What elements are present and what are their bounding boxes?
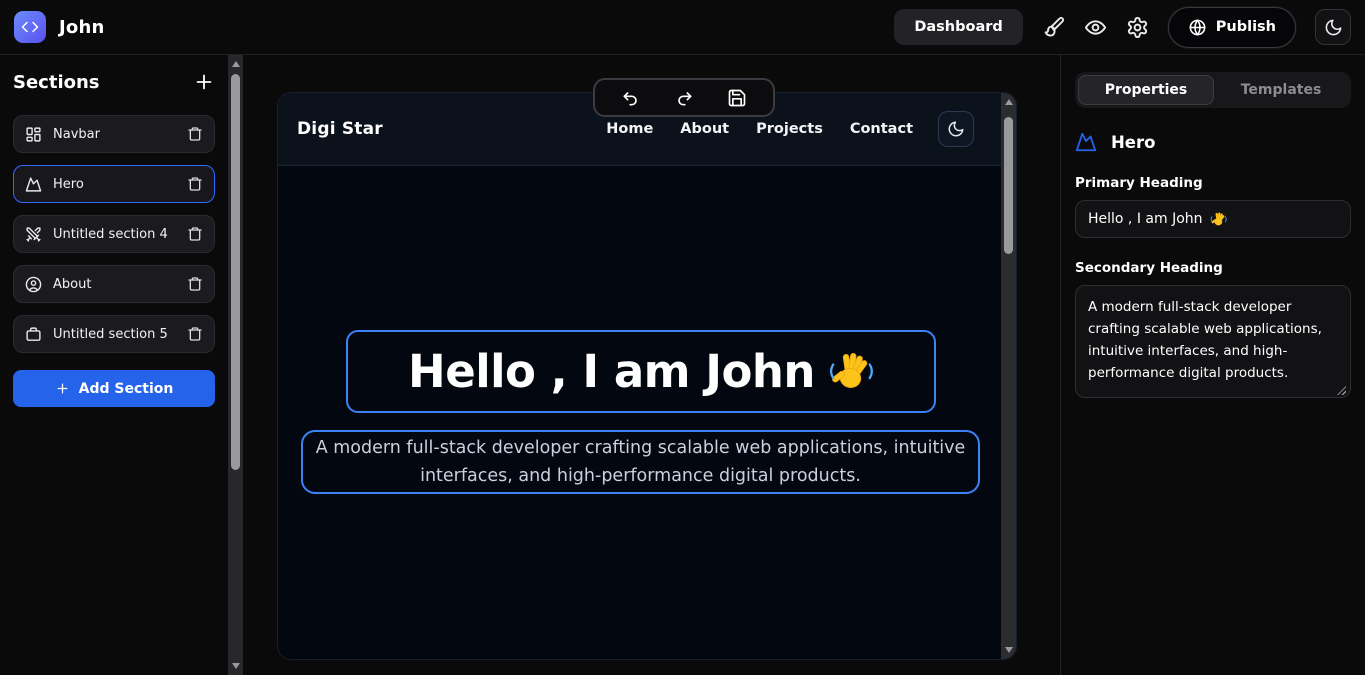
sidebar-item-label: Untitled section 4 [53, 227, 176, 242]
hero-primary-heading[interactable]: Hello , I am John [346, 330, 936, 413]
publish-label: Publish [1216, 19, 1276, 35]
app-brand: John [14, 11, 105, 43]
sidebar-item-label: Hero [53, 177, 176, 192]
tab-properties[interactable]: Properties [1078, 75, 1214, 105]
paintbrush-icon[interactable] [1042, 16, 1065, 39]
hero-primary-heading-text: Hello , I am John [408, 345, 815, 398]
properties-panel: Properties Templates Hero Primary Headin… [1060, 55, 1365, 675]
sections-title: Sections [13, 72, 100, 93]
eye-icon[interactable] [1084, 16, 1107, 39]
preview-nav-link-contact[interactable]: Contact [850, 121, 913, 137]
mountain-icon [1075, 131, 1097, 153]
editor-toolbar [593, 78, 775, 117]
code-icon [14, 11, 46, 43]
sidebar-item-navbar[interactable]: Navbar [13, 115, 215, 153]
moon-icon[interactable] [938, 111, 974, 147]
panel-tabs: Properties Templates [1075, 72, 1351, 108]
redo-icon[interactable] [674, 88, 694, 108]
user-circle-icon [25, 276, 42, 293]
sidebar-item-about[interactable]: About [13, 265, 215, 303]
waving-hand-icon [828, 349, 874, 395]
panel-section-name: Hero [1111, 133, 1155, 152]
primary-heading-input-value: Hello , I am John [1088, 211, 1203, 227]
sidebar-item-untitled-section-5[interactable]: Untitled section 5 [13, 315, 215, 353]
topbar-actions: Dashboard Publish [894, 7, 1351, 48]
sidebar-scrollbar-thumb[interactable] [231, 74, 240, 470]
preview-nav-link-home[interactable]: Home [606, 121, 653, 137]
plus-icon [55, 381, 70, 396]
sections-sidebar: Sections Navbar Hero Untitled section 4 … [0, 55, 228, 675]
trash-icon[interactable] [187, 176, 203, 192]
briefcase-icon [25, 326, 42, 343]
topbar: John Dashboard Publish [0, 0, 1365, 55]
waving-hand-icon [1210, 211, 1227, 228]
layout-grid-icon [25, 126, 42, 143]
preview-canvas: Digi Star Home About Projects Contact He… [277, 92, 1017, 660]
sidebar-item-label: Untitled section 5 [53, 327, 176, 342]
swords-icon [25, 226, 42, 243]
trash-icon[interactable] [187, 126, 203, 142]
scroll-down-arrow-icon[interactable] [232, 663, 240, 669]
mountain-icon [25, 176, 42, 193]
secondary-heading-label: Secondary Heading [1075, 260, 1351, 276]
save-icon[interactable] [727, 88, 747, 108]
scroll-up-arrow-icon[interactable] [1005, 99, 1013, 105]
canvas-scrollbar-thumb[interactable] [1004, 117, 1013, 254]
publish-button[interactable]: Publish [1168, 7, 1296, 48]
preview-nav-link-about[interactable]: About [680, 121, 729, 137]
secondary-heading-textarea[interactable]: A modern full-stack developer crafting s… [1075, 285, 1351, 398]
primary-heading-input[interactable]: Hello , I am John [1075, 200, 1351, 238]
sidebar-item-hero[interactable]: Hero [13, 165, 215, 203]
trash-icon[interactable] [187, 226, 203, 242]
preview-nav-links: Home About Projects Contact [606, 121, 913, 137]
preview-site-name[interactable]: Digi Star [297, 119, 383, 139]
settings-icon[interactable] [1126, 16, 1149, 39]
hero-secondary-heading[interactable]: A modern full-stack developer crafting s… [301, 430, 980, 494]
moon-icon[interactable] [1315, 9, 1351, 45]
tab-templates[interactable]: Templates [1214, 75, 1348, 105]
trash-icon[interactable] [187, 276, 203, 292]
primary-heading-label: Primary Heading [1075, 175, 1351, 191]
add-section-button[interactable]: Add Section [13, 370, 215, 407]
app-name: John [59, 17, 105, 38]
sidebar-item-untitled-section-4[interactable]: Untitled section 4 [13, 215, 215, 253]
preview-nav-link-projects[interactable]: Projects [756, 121, 823, 137]
scroll-down-arrow-icon[interactable] [1005, 647, 1013, 653]
dashboard-button[interactable]: Dashboard [894, 9, 1022, 45]
sidebar-item-label: About [53, 277, 176, 292]
globe-icon [1188, 18, 1207, 37]
panel-section-header: Hero [1075, 131, 1351, 153]
plus-icon[interactable] [193, 71, 215, 93]
undo-icon[interactable] [621, 88, 641, 108]
canvas-scrollbar[interactable] [1001, 93, 1016, 659]
hero-secondary-heading-text: A modern full-stack developer crafting s… [312, 434, 969, 490]
add-section-label: Add Section [79, 381, 174, 397]
scroll-up-arrow-icon[interactable] [232, 61, 240, 67]
sidebar-item-label: Navbar [53, 127, 176, 142]
sidebar-scrollbar[interactable] [228, 55, 243, 675]
trash-icon[interactable] [187, 326, 203, 342]
